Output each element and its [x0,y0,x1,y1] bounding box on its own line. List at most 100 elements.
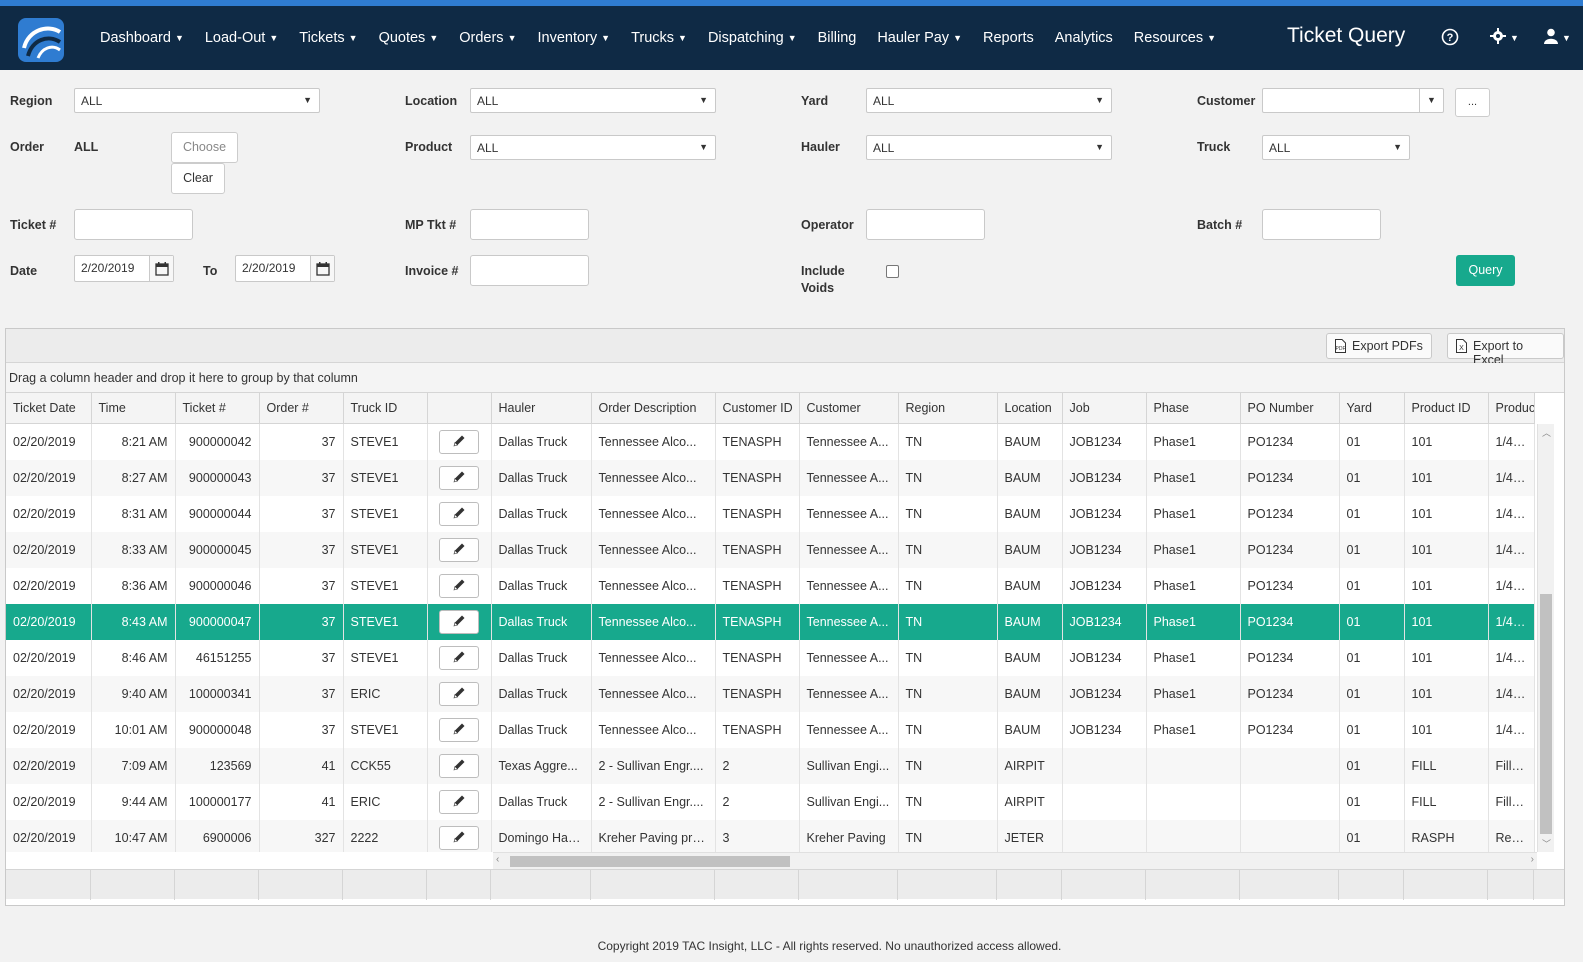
edit-ticket-button[interactable] [439,502,479,526]
ticket-number-input[interactable] [74,209,193,240]
column-header-time[interactable]: Time [91,393,176,424]
edit-ticket-button[interactable] [439,430,479,454]
include-voids-label-1: Include [801,264,845,278]
cell-product-id: 101 [1404,712,1489,748]
table-row[interactable]: 02/20/2019 8:43 AM 900000047 37 STEVE1 Dallas… [6,604,1535,640]
column-header-phase[interactable]: Phase [1146,393,1241,424]
scroll-left-icon[interactable]: ‹ [496,854,499,865]
vertical-scrollbar[interactable]: ︿ ﹀ [1537,424,1554,852]
invoice-number-input[interactable] [470,255,589,286]
nav-item-trucks[interactable]: Trucks ▼ [621,30,698,46]
nav-item-load-out[interactable]: Load-Out ▼ [195,30,289,46]
group-by-drop-area[interactable]: Drag a column header and drop it here to… [6,363,1564,393]
help-icon[interactable]: ? [1441,28,1459,46]
user-menu[interactable]: ▼ [1544,28,1571,47]
edit-ticket-button[interactable] [439,574,479,598]
date-to-input[interactable]: 2/20/2019 [235,255,335,282]
export-excel-button[interactable]: X Export to Excel [1447,333,1564,367]
order-clear-button[interactable]: Clear [171,163,225,194]
column-header-job[interactable]: Job [1062,393,1147,424]
nav-item-analytics[interactable]: Analytics [1045,30,1124,46]
query-button[interactable]: Query [1456,255,1515,286]
cell-location: BAUM [997,568,1063,604]
batch-number-input[interactable] [1262,209,1381,240]
vertical-scroll-thumb[interactable] [1540,594,1552,834]
region-select[interactable]: ALL ▼ [74,88,320,113]
column-header-hauler[interactable]: Hauler [491,393,592,424]
cell-date: 02/20/2019 [6,676,92,712]
edit-ticket-button[interactable] [439,646,479,670]
table-row[interactable]: 02/20/2019 8:27 AM 900000043 37 STEVE1 Dallas… [6,460,1535,496]
nav-item-dashboard[interactable]: Dashboard ▼ [90,30,195,46]
calendar-icon[interactable] [310,256,334,281]
column-header-product-id[interactable]: Product ID [1404,393,1489,424]
settings-menu[interactable]: ▼ [1490,28,1519,47]
table-row[interactable]: 02/20/2019 7:09 AM 123569 41 CCK55 Texas Aggr… [6,748,1535,784]
table-row[interactable]: 02/20/2019 9:40 AM 100000341 37 ERIC Dallas T… [6,676,1535,712]
column-header-order-description[interactable]: Order Description [591,393,716,424]
nav-item-reports[interactable]: Reports [973,30,1045,46]
horizontal-scrollbar[interactable]: ‹ › [493,852,1537,869]
edit-ticket-button[interactable] [439,466,479,490]
yard-select[interactable]: ALL ▼ [866,88,1112,113]
column-header-edit[interactable] [427,393,492,424]
table-row[interactable]: 02/20/2019 8:31 AM 900000044 37 STEVE1 Dallas… [6,496,1535,532]
customer-select[interactable]: ▼ [1262,88,1444,113]
column-header-yard[interactable]: Yard [1339,393,1405,424]
footer-cell-divider [174,870,175,900]
scroll-up-icon[interactable]: ︿ [1542,426,1551,439]
column-header-location[interactable]: Location [997,393,1063,424]
cell-order: 37 [259,640,344,676]
nav-item-orders[interactable]: Orders ▼ [449,30,527,46]
hauler-select[interactable]: ALL ▼ [866,135,1112,160]
cell-phase: Phase1 [1146,496,1241,532]
location-select[interactable]: ALL ▼ [470,88,716,113]
nav-item-inventory[interactable]: Inventory ▼ [527,30,621,46]
customer-lookup-button[interactable]: ... [1455,88,1490,117]
table-row[interactable]: 02/20/2019 10:01 AM 900000048 37 STEVE1 Dalla… [6,712,1535,748]
cell-region: TN [898,460,998,496]
table-row[interactable]: 02/20/2019 8:36 AM 900000046 37 STEVE1 Dallas… [6,568,1535,604]
nav-item-tickets[interactable]: Tickets ▼ [289,30,368,46]
horizontal-scroll-thumb[interactable] [510,856,790,867]
scroll-right-icon[interactable]: › [1531,854,1534,865]
export-pdfs-button[interactable]: PDF Export PDFs [1326,333,1432,359]
include-voids-checkbox[interactable] [886,265,899,278]
table-row[interactable]: 02/20/2019 8:46 AM 46151255 37 STEVE1 Dallas … [6,640,1535,676]
table-row[interactable]: 02/20/2019 9:44 AM 100000177 41 ERIC Dallas T… [6,784,1535,820]
edit-ticket-button[interactable] [439,790,479,814]
table-row[interactable]: 02/20/2019 10:47 AM 6900006 327 2222 Domingo … [6,820,1535,852]
truck-select[interactable]: ALL ▼ [1262,135,1410,160]
edit-ticket-button[interactable] [439,718,479,742]
column-header-region[interactable]: Region [898,393,998,424]
nav-item-dispatching[interactable]: Dispatching ▼ [698,30,808,46]
edit-ticket-button[interactable] [439,538,479,562]
nav-item-quotes[interactable]: Quotes ▼ [369,30,450,46]
nav-item-resources[interactable]: Resources ▼ [1124,30,1227,46]
mp-ticket-input[interactable] [470,209,589,240]
column-header-po-number[interactable]: PO Number [1240,393,1340,424]
column-header-produc[interactable]: Produc [1488,393,1535,424]
column-header-truck-id[interactable]: Truck ID [343,393,428,424]
column-header-ticket[interactable]: Ticket # [175,393,260,424]
column-header-customer[interactable]: Customer [799,393,899,424]
table-row[interactable]: 02/20/2019 8:33 AM 900000045 37 STEVE1 Dallas… [6,532,1535,568]
app-logo[interactable] [18,18,64,62]
edit-ticket-button[interactable] [439,754,479,778]
edit-ticket-button[interactable] [439,826,479,850]
product-select[interactable]: ALL ▼ [470,135,716,160]
edit-ticket-button[interactable] [439,610,479,634]
table-row[interactable]: 02/20/2019 8:21 AM 900000042 37 STEVE1 Dallas… [6,424,1535,460]
edit-ticket-button[interactable] [439,682,479,706]
column-header-order[interactable]: Order # [259,393,344,424]
scroll-down-icon[interactable]: ﹀ [1542,837,1551,850]
column-header-customer-id[interactable]: Customer ID [715,393,800,424]
operator-input[interactable] [866,209,985,240]
cell-yard: 01 [1339,676,1405,712]
order-choose-button[interactable]: Choose [171,132,238,163]
nav-item-hauler-pay[interactable]: Hauler Pay ▼ [867,30,973,46]
date-from-input[interactable]: 2/20/2019 [74,255,174,282]
nav-item-billing[interactable]: Billing [808,30,868,46]
calendar-icon[interactable] [149,256,173,281]
column-header-ticket-date[interactable]: Ticket Date [6,393,92,424]
